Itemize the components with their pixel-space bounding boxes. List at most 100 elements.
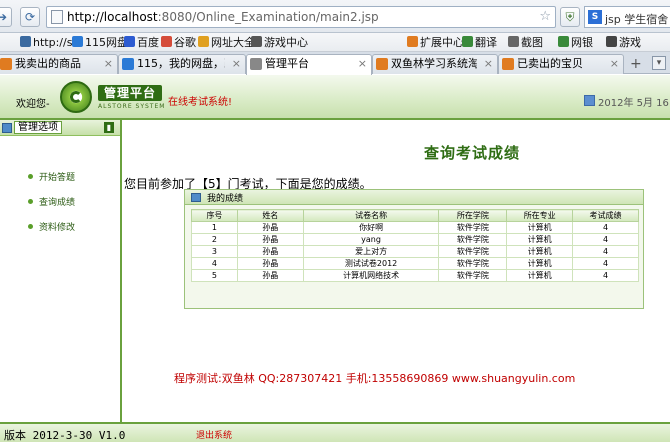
table-cell: 4 xyxy=(572,245,639,258)
tab-list-icon[interactable]: ▾ xyxy=(652,56,666,70)
table-cell: 计算机网络技术 xyxy=(302,269,440,282)
bookmark-item[interactable]: http://sh xyxy=(20,35,79,50)
tab-favicon-icon xyxy=(0,58,12,70)
search-input[interactable]: S jsp 学生宿舍 毕 xyxy=(584,6,670,28)
bookmark-item[interactable]: 谷歌 xyxy=(161,35,196,50)
bookmark-icon xyxy=(407,36,418,47)
bookmark-item[interactable]: 截图 xyxy=(508,35,543,50)
column-header: 序号 xyxy=(191,209,238,222)
sidebar-title: 管理选项 xyxy=(14,121,62,134)
tab-item[interactable]: 双鱼林学习系统淘宝店...× xyxy=(372,54,498,74)
bookmark-icon xyxy=(462,36,473,47)
bullet-icon xyxy=(28,174,33,179)
bookmark-item[interactable]: 百度 xyxy=(124,35,159,50)
page-header: 欢迎您- 管理平台 ALSTORE SYSTEM 在线考试系统! 2012年 5… xyxy=(0,75,670,120)
table-cell: 孙晶 xyxy=(236,257,304,270)
close-icon[interactable]: × xyxy=(358,55,367,73)
tab-item[interactable]: 115，我的网盘，改变...× xyxy=(118,54,246,74)
page-title: 查询考试成绩 xyxy=(424,144,521,162)
scores-panel: 我的成绩 序号 姓名 试卷名称 所在学院 所在专业 考试成绩 1 孙晶 你好啊 … xyxy=(184,189,644,309)
table-cell: 软件学院 xyxy=(438,221,508,234)
close-icon[interactable]: × xyxy=(610,55,619,73)
table-cell: 孙晶 xyxy=(236,233,304,246)
logout-link[interactable]: 退出系统 xyxy=(196,428,232,441)
table-row: 1 孙晶 你好啊 软件学院 计算机 4 xyxy=(191,221,639,234)
browser-address-bar: ➔ ⟳ http://localhost:8080/Online_Examina… xyxy=(0,0,670,33)
welcome-text: 欢迎您- xyxy=(16,99,50,110)
table-cell: 1 xyxy=(191,221,238,234)
calendar-icon xyxy=(584,95,595,106)
scores-table: 序号 姓名 试卷名称 所在学院 所在专业 考试成绩 1 孙晶 你好啊 软件学院 … xyxy=(191,209,639,282)
table-cell: 2 xyxy=(191,233,238,246)
table-cell: 孙晶 xyxy=(236,245,304,258)
page-icon xyxy=(51,10,63,24)
column-header: 所在学院 xyxy=(438,209,508,222)
bookmark-icon xyxy=(124,36,135,47)
sidebar-item-query-scores[interactable]: 查询成绩 xyxy=(28,195,75,208)
bullet-icon xyxy=(28,224,33,229)
tab-item-active[interactable]: 管理平台 × xyxy=(246,54,372,75)
table-cell: 测试试卷2012 xyxy=(302,257,440,270)
close-icon[interactable]: × xyxy=(232,55,241,73)
table-row: 2 孙晶 yang 软件学院 计算机 4 xyxy=(191,233,639,246)
sidebar-item-start-exam[interactable]: 开始答题 xyxy=(28,170,75,183)
bookmark-item[interactable]: 游戏 xyxy=(606,35,641,50)
tab-favicon-icon xyxy=(250,58,262,70)
tab-item[interactable]: 已卖出的宝贝 × xyxy=(498,54,624,74)
sidebar-item-edit-profile[interactable]: 资料修改 xyxy=(28,220,75,233)
table-cell: 计算机 xyxy=(506,221,574,234)
sidebar-title-bar: 管理选项 ▮ xyxy=(0,120,120,136)
logo-text: 管理平台 xyxy=(98,85,163,101)
tab-bar: 我卖出的商品× 115，我的网盘，改变...× 管理平台× 双鱼林学习系统淘宝店… xyxy=(0,52,670,75)
table-row: 3 孙晶 爱上对方 软件学院 计算机 4 xyxy=(191,245,639,258)
table-row: 5 孙晶 计算机网络技术 软件学院 计算机 4 xyxy=(191,269,639,282)
table-cell: 计算机 xyxy=(506,269,574,282)
search-engine-icon: S xyxy=(588,10,602,24)
bookmark-icon xyxy=(161,36,172,47)
bookmark-icon xyxy=(558,36,569,47)
menu-icon xyxy=(2,123,12,133)
column-header: 试卷名称 xyxy=(302,209,440,222)
bookmark-item[interactable]: 扩展中心 xyxy=(407,35,464,50)
table-cell: 软件学院 xyxy=(438,269,508,282)
bookmark-item[interactable]: 115网盘 xyxy=(72,35,128,50)
url-input[interactable]: http://localhost:8080/Online_Examination… xyxy=(46,6,556,28)
bookmark-item[interactable]: 网银 xyxy=(558,35,593,50)
url-text: http://localhost:8080/Online_Examination… xyxy=(67,10,379,24)
close-icon[interactable]: × xyxy=(104,55,113,73)
tab-favicon-icon xyxy=(376,58,388,70)
table-cell: 孙晶 xyxy=(236,269,304,282)
bookmark-item[interactable]: 网址大全 xyxy=(198,35,255,50)
table-cell: 5 xyxy=(191,269,238,282)
scores-panel-header: 我的成绩 xyxy=(185,190,643,205)
bookmark-item[interactable]: 翻译 xyxy=(462,35,497,50)
refresh-icon[interactable]: ⟳ xyxy=(20,7,40,27)
table-cell: 爱上对方 xyxy=(302,245,440,258)
bullet-icon xyxy=(28,199,33,204)
panel-icon xyxy=(191,193,201,202)
forward-icon[interactable]: ➔ xyxy=(0,7,12,27)
bookmark-star-icon[interactable]: ☆ xyxy=(539,9,551,24)
table-cell: 4 xyxy=(572,257,639,270)
table-cell: 软件学院 xyxy=(438,245,508,258)
new-tab-icon[interactable]: + xyxy=(630,56,642,72)
column-header: 考试成绩 xyxy=(572,209,639,222)
bookmark-item[interactable]: 游戏中心 xyxy=(251,35,308,50)
collapse-icon[interactable]: ▮ xyxy=(104,122,114,133)
table-cell: 计算机 xyxy=(506,257,574,270)
bookmark-icon xyxy=(508,36,519,47)
bookmark-icon xyxy=(251,36,262,47)
table-cell: 计算机 xyxy=(506,233,574,246)
security-shield-icon[interactable]: ⛨ xyxy=(560,7,580,27)
table-cell: 4 xyxy=(572,221,639,234)
main-content: 查询考试成绩 您目前参加了【5】门考试，下面是您的成绩。 我的成绩 序号 姓名 … xyxy=(124,120,670,422)
table-cell: yang xyxy=(302,233,440,246)
tab-item[interactable]: 我卖出的商品 × xyxy=(0,54,118,74)
developer-credit: 程序测试:双鱼林 QQ:287307421 手机:13558690869 www… xyxy=(174,372,576,385)
version-text: 版本 2012-3-30 V1.0 xyxy=(4,429,126,442)
close-icon[interactable]: × xyxy=(484,55,493,73)
table-cell: 4 xyxy=(572,233,639,246)
bottom-bar: 版本 2012-3-30 V1.0 退出系统 xyxy=(0,422,670,442)
table-header-row: 序号 姓名 试卷名称 所在学院 所在专业 考试成绩 xyxy=(191,209,639,222)
header-date: 2012年 5月 16日 星 xyxy=(598,98,670,109)
